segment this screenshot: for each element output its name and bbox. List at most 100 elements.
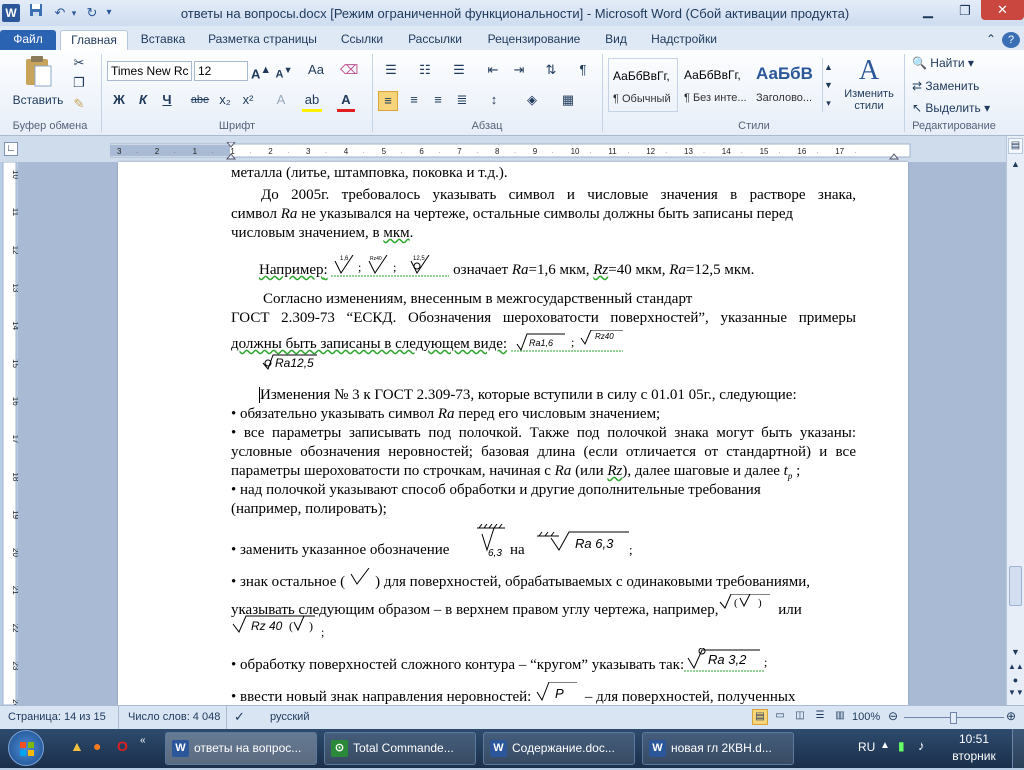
align-center-icon[interactable]: ≡ — [404, 91, 424, 109]
borders-icon[interactable]: ▦ — [558, 91, 578, 109]
styles-scroll-icon[interactable]: ▲ ▼ ▾ — [822, 58, 834, 112]
horizontal-ruler[interactable]: 3 · 2 · 1 · 1 · 2 · 3 · 4 · 5 · 6 · 7 · 8 · 9 · 10 · 11 · 12 · 13 · 14 · 1… — [110, 142, 920, 160]
opera-icon[interactable]: O — [117, 738, 128, 754]
maximize-button[interactable]: ❐ — [950, 0, 980, 22]
align-left-icon[interactable]: ≡ — [378, 91, 398, 111]
minimize-button[interactable]: ▁ — [908, 0, 948, 22]
zoom-slider-thumb[interactable] — [950, 712, 957, 724]
undo-dropdown-icon[interactable]: ▾ — [68, 3, 80, 23]
strikethrough-button[interactable]: abe — [188, 91, 212, 109]
help-icon[interactable]: ? — [1002, 32, 1020, 48]
change-styles-button[interactable]: A Изменить стили — [838, 54, 900, 118]
page-counter[interactable]: Страница: 14 из 15 — [8, 711, 106, 723]
redo-icon[interactable]: ↻ — [82, 3, 102, 23]
clock-day[interactable]: вторник — [944, 749, 1004, 763]
tab-file[interactable]: Файл — [0, 30, 56, 50]
font-size-combo[interactable]: 12 — [194, 61, 248, 81]
language-bar[interactable]: RU — [858, 740, 875, 754]
clock-time[interactable]: 10:51 — [944, 732, 1004, 746]
vertical-scrollbar[interactable]: ▤ ▲ ▼ ▲▲ ● ▼▼ — [1006, 136, 1024, 705]
change-case-button[interactable]: Aa — [304, 61, 328, 79]
tab-insert[interactable]: Вставка — [133, 30, 193, 50]
tab-page-layout[interactable]: Разметка страницы — [200, 30, 325, 50]
ribbon-minimize-icon[interactable]: ⌃ — [982, 30, 1000, 50]
start-button[interactable] — [8, 730, 44, 766]
web-layout-icon[interactable]: ◫ — [792, 709, 808, 725]
subscript-button[interactable]: x₂ — [216, 91, 234, 109]
quicklaunch-icon[interactable]: ▲ — [70, 738, 84, 754]
replace-button[interactable]: ⇄ Заменить — [912, 79, 979, 93]
proofing-icon[interactable]: ✓ — [234, 709, 245, 725]
shading-icon[interactable]: ◈ — [522, 91, 542, 109]
select-button[interactable]: ↖ Выделить ▾ — [912, 101, 990, 115]
style-no-spacing[interactable]: АаБбВвГг, ¶ Без инте... — [680, 58, 750, 112]
full-screen-reading-icon[interactable]: ▭ — [772, 709, 788, 725]
network-icon[interactable]: ▮ — [898, 739, 905, 753]
shrink-font-icon[interactable]: A▼ — [274, 61, 294, 84]
tab-selector-icon[interactable]: ∟ — [4, 142, 18, 156]
save-icon[interactable] — [26, 3, 46, 23]
scroll-up-icon[interactable]: ▲ — [1008, 156, 1023, 172]
tab-mailings[interactable]: Рассылки — [398, 30, 472, 50]
underline-button[interactable]: Ч — [158, 91, 176, 109]
decrease-indent-icon[interactable]: ⇤ — [484, 61, 502, 79]
superscript-button[interactable]: x² — [239, 91, 257, 109]
print-layout-icon[interactable]: ▤ — [752, 709, 768, 725]
tab-view[interactable]: Вид — [596, 30, 636, 50]
scroll-down-icon[interactable]: ▼ — [1008, 644, 1023, 660]
increase-indent-icon[interactable]: ⇥ — [510, 61, 528, 79]
sort-icon[interactable]: ⇅ — [542, 61, 560, 79]
outline-view-icon[interactable]: ☰ — [812, 709, 828, 725]
taskbar-item-word-contents[interactable]: W Содержание.doc... — [483, 732, 635, 765]
style-normal[interactable]: АаБбВвГг, ¶ Обычный — [608, 58, 678, 112]
format-painter-icon[interactable]: ✎ — [70, 95, 88, 113]
numbering-icon[interactable]: ☷ — [414, 61, 436, 79]
font-color-icon[interactable]: A — [337, 91, 355, 112]
undo-icon[interactable]: ↶ — [50, 3, 70, 23]
bullets-icon[interactable]: ☰ — [380, 61, 402, 79]
bold-button[interactable]: Ж — [110, 91, 128, 109]
tab-addins[interactable]: Надстройки — [642, 30, 726, 50]
scroll-thumb[interactable] — [1009, 566, 1022, 606]
zoom-out-icon[interactable]: ⊖ — [888, 709, 898, 723]
cut-icon[interactable]: ✂ — [70, 54, 88, 72]
tab-references[interactable]: Ссылки — [332, 30, 392, 50]
grow-font-icon[interactable]: A▲ — [251, 61, 271, 83]
taskbar-item-word-kvn[interactable]: Wновая гл 2КВН.d... — [642, 732, 794, 765]
browse-object-icon[interactable]: ● — [1008, 675, 1023, 688]
prev-page-icon[interactable]: ▲▲ — [1008, 662, 1024, 675]
show-marks-icon[interactable]: ¶ — [574, 61, 592, 79]
draft-view-icon[interactable]: ▥ — [832, 709, 848, 725]
show-desktop-button[interactable] — [1012, 729, 1024, 768]
tray-expand-icon[interactable]: ▲ — [880, 740, 890, 751]
style-heading[interactable]: АаБбВ Заголово... — [752, 58, 818, 112]
highlight-icon[interactable]: ab — [302, 91, 322, 112]
multilevel-list-icon[interactable]: ☰ — [448, 61, 470, 79]
italic-button[interactable]: К — [134, 91, 152, 109]
zoom-in-icon[interactable]: ⊕ — [1006, 709, 1016, 723]
clear-format-icon[interactable]: ⌫ — [340, 61, 358, 79]
align-right-icon[interactable]: ≡ — [428, 91, 448, 109]
tab-home[interactable]: Главная — [60, 30, 128, 50]
text-effects-icon[interactable]: A — [272, 91, 290, 109]
next-page-icon[interactable]: ▼▼ — [1008, 688, 1024, 701]
zoom-level[interactable]: 100% — [852, 711, 880, 723]
ruler-toggle-icon[interactable]: ▤ — [1008, 138, 1023, 154]
word-app-icon[interactable]: W — [2, 4, 20, 22]
firefox-icon[interactable]: ● — [93, 738, 101, 754]
document-page[interactable]: металла (литье, штамповка, поковка и т.д… — [118, 162, 908, 705]
close-button[interactable]: ✕ — [981, 0, 1024, 20]
font-name-combo[interactable]: Times New Rc — [107, 61, 192, 81]
volume-icon[interactable]: ♪ — [918, 738, 925, 753]
vertical-ruler[interactable]: 1011121314151617181920212223242526 — [2, 162, 18, 705]
tab-review[interactable]: Рецензирование — [478, 30, 590, 50]
customize-qat-icon[interactable]: ▾ — [102, 3, 116, 23]
quicklaunch-expand-icon[interactable]: « — [140, 735, 146, 746]
taskbar-item-word-answers[interactable]: Wответы на вопрос... — [165, 732, 317, 765]
language-indicator[interactable]: русский — [270, 711, 309, 723]
taskbar-item-total-commander[interactable]: ⊙ Total Commande... — [324, 732, 476, 765]
word-count[interactable]: Число слов: 4 048 — [128, 711, 220, 723]
copy-icon[interactable]: ❐ — [70, 74, 88, 92]
find-button[interactable]: 🔍 Найти ▾ — [912, 56, 974, 70]
justify-icon[interactable]: ≣ — [452, 91, 472, 109]
